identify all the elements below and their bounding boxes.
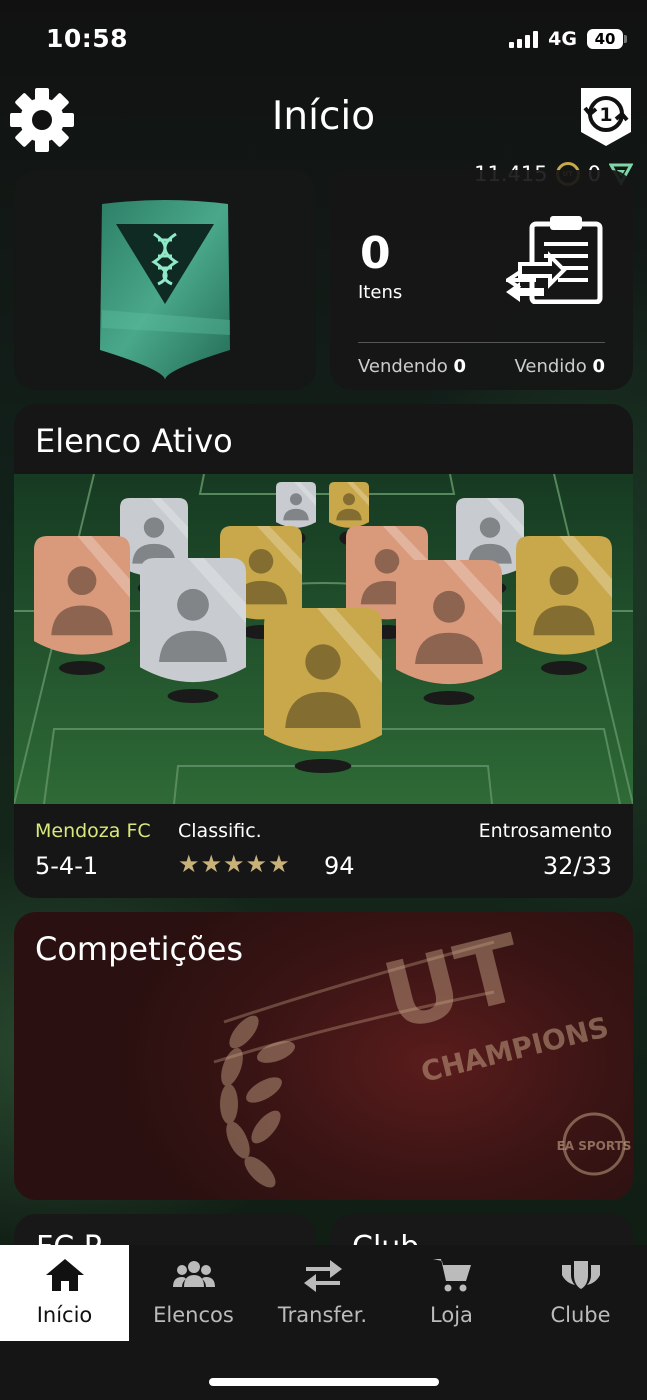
network-type: 4G — [548, 28, 577, 50]
club-name: Mendoza FC — [35, 820, 151, 842]
transfer-item-count: 0 — [360, 228, 391, 279]
competitions-tile[interactable]: UT CHAMPIONS EA SPORTS Competições — [14, 912, 633, 1200]
formation: 5-4-1 — [35, 852, 99, 880]
status-indicators: 4G 40 — [509, 28, 627, 50]
status-time: 10:58 — [46, 24, 129, 53]
selling-count: 0 — [453, 356, 467, 377]
home-icon — [46, 1259, 84, 1291]
clipboard-transfer-icon — [506, 216, 603, 304]
chemistry-value: 32/33 — [542, 852, 612, 880]
nav-transfers[interactable]: Transfer. — [258, 1245, 387, 1341]
squad-summary: Mendoza FC 5-4-1 Classific. ★★★★★ 94 Ent… — [14, 804, 633, 898]
art-ut-text: UT — [373, 914, 533, 1051]
squad-pitch[interactable] — [14, 474, 633, 804]
nav-club[interactable]: Clube — [516, 1245, 645, 1341]
transfer-list-tile[interactable]: 0 Itens Vendendo 0 Vendido 0 — [330, 170, 633, 390]
transfer-stats: Vendendo 0 Vendido 0 — [358, 356, 605, 377]
nav-club-label: Clube — [550, 1303, 611, 1327]
transfer-item-label: Itens — [358, 282, 403, 303]
selling-stat: Vendendo 0 — [358, 356, 466, 377]
nav-squads-label: Elencos — [153, 1303, 234, 1327]
sold-stat: Vendido 0 — [514, 356, 605, 377]
nav-store[interactable]: Loja — [387, 1245, 516, 1341]
squad-title: Elenco Ativo — [35, 422, 233, 460]
sold-label: Vendido — [514, 356, 587, 377]
svg-text:1: 1 — [599, 104, 612, 126]
nav-squads[interactable]: Elencos — [129, 1245, 258, 1341]
sync-rewards-icon[interactable]: 1 — [577, 84, 635, 150]
status-bar: 10:58 4G 40 — [0, 0, 647, 80]
home-indicator — [209, 1378, 439, 1386]
transfer-icon — [304, 1260, 342, 1292]
rating-stars: ★★★★★ — [178, 850, 291, 878]
sold-count: 0 — [592, 356, 605, 377]
transfer-divider — [358, 342, 605, 343]
art-ea-text: EA SPORTS — [557, 1139, 632, 1153]
dna-icon — [100, 200, 230, 380]
nav-home-label: Início — [36, 1303, 93, 1327]
evolutions-tile[interactable] — [14, 170, 316, 390]
battery-icon: 40 — [587, 29, 627, 49]
club-icon — [562, 1261, 600, 1289]
bottom-nav: Início Elencos Transfer. Loja Clube — [0, 1245, 647, 1400]
cart-icon — [433, 1259, 471, 1292]
chemistry-label: Entrosamento — [478, 820, 612, 842]
nav-transfers-label: Transfer. — [277, 1303, 368, 1327]
nav-store-label: Loja — [430, 1303, 473, 1327]
nav-home[interactable]: Início — [0, 1245, 129, 1341]
signal-icon — [509, 30, 539, 48]
squad-rating: 94 — [324, 852, 355, 880]
squads-icon — [173, 1261, 215, 1287]
rating-label: Classific. — [178, 820, 262, 842]
active-squad-tile[interactable]: Elenco Ativo Mendoza FC 5-4-1 Classific.… — [14, 404, 633, 898]
selling-label: Vendendo — [358, 356, 448, 377]
page-title: Início — [271, 94, 376, 139]
competitions-title: Competições — [35, 930, 244, 968]
